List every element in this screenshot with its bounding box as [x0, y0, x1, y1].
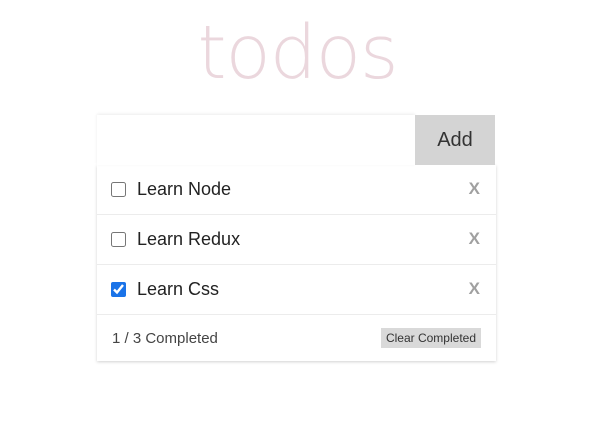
todo-app: Add Learn Node X Learn Redux X Learn Css… [97, 115, 496, 361]
new-todo-form: Add [97, 115, 496, 165]
todo-label: Learn Node [137, 179, 232, 199]
todo-item: Learn Css X [97, 265, 496, 315]
clear-completed-button[interactable]: Clear Completed [380, 328, 481, 348]
todo-label: Learn Css [137, 279, 220, 299]
todo-label: Learn Redux [137, 229, 241, 249]
todo-checkbox[interactable] [111, 232, 126, 247]
add-button[interactable]: Add [415, 115, 495, 165]
delete-todo-button[interactable]: X [469, 179, 480, 199]
todo-app-page: todos Add Learn Node X Learn Redux X Lea… [0, 0, 607, 435]
todo-item: Learn Node X [97, 165, 496, 215]
delete-todo-button[interactable]: X [469, 279, 480, 299]
app-title: todos [197, 10, 398, 96]
new-todo-input[interactable] [97, 115, 415, 165]
todo-checkbox[interactable] [111, 282, 126, 297]
todo-checkbox[interactable] [111, 182, 126, 197]
todo-item: Learn Redux X [97, 215, 496, 265]
delete-todo-button[interactable]: X [469, 229, 480, 249]
todo-list: Learn Node X Learn Redux X Learn Css X 1… [97, 165, 496, 361]
completed-count: 1 / 3 Completed [112, 329, 218, 347]
todo-footer: 1 / 3 Completed Clear Completed [97, 315, 496, 361]
